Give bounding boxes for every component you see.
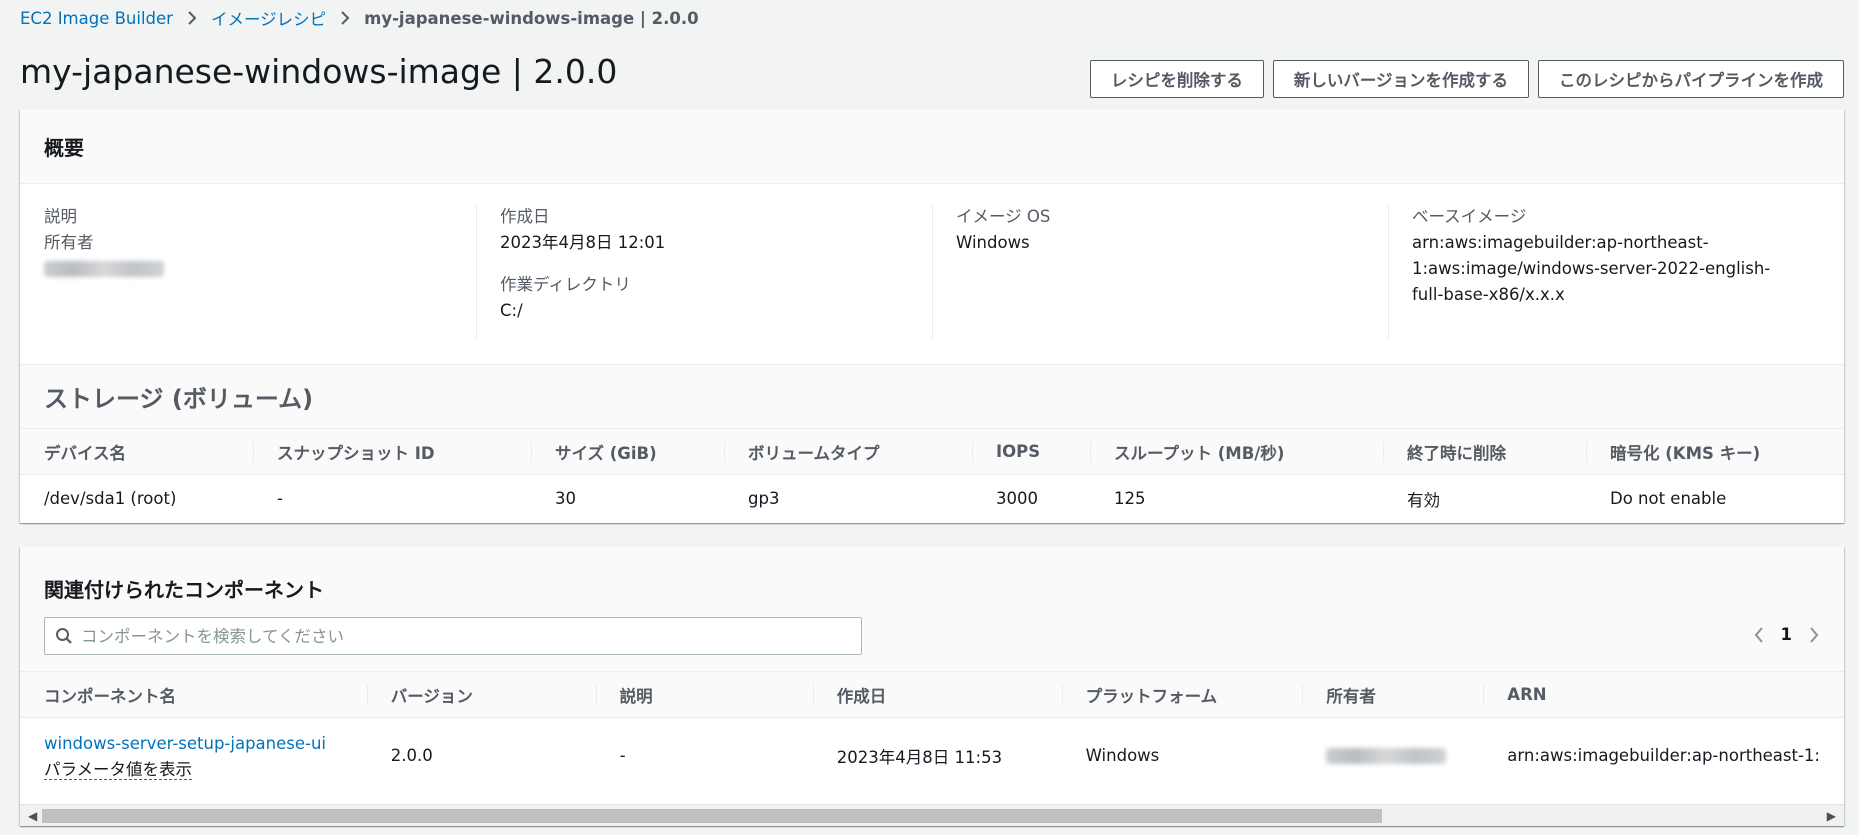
table-cell: 2023年4月8日 11:53 [836,747,1003,767]
chevron-right-icon [340,10,350,26]
table-row: windows-server-setup-japanese-ui パラメータ値を… [20,718,1844,794]
breadcrumb: EC2 Image Builder イメージレシピ my-japanese-wi… [20,5,699,31]
image-os-value: Windows [956,233,1030,252]
column-header: スナップショット ID [253,428,531,475]
component-search-input[interactable] [81,620,861,652]
summary-grid: 説明 所有者 作成日 2023年4月8日 12:01 作業ディレクトリ C:/ … [20,184,1844,364]
next-page-button[interactable] [1808,626,1820,644]
table-cell: 3000 [996,489,1038,509]
table-cell: Windows [1085,746,1160,766]
chevron-right-icon [187,10,197,26]
column-header: スループット (MB/秒) [1090,428,1383,475]
column-header: 暗号化 (KMS キー) [1586,428,1844,475]
summary-title: 概要 [44,135,84,160]
summary-panel: 概要 説明 所有者 作成日 2023年4月8日 12:01 作業ディレクトリ C… [20,109,1844,523]
column-header: IOPS [972,428,1090,475]
owner-cell [1302,718,1483,794]
table-cell: Do not enable [1610,489,1727,509]
search-icon [55,627,73,645]
components-title: 関連付けられたコンポーネント [44,577,324,602]
breadcrumb-current: my-japanese-windows-image | 2.0.0 [364,8,699,28]
base-image-label: ベースイメージ [1412,207,1527,226]
created-label: 作成日 [500,207,550,226]
horizontal-scrollbar[interactable]: ◀ ▶ [20,804,1844,826]
current-page-number[interactable]: 1 [1781,625,1792,644]
previous-page-button[interactable] [1753,626,1765,644]
column-header: ボリュームタイプ [724,428,972,475]
description-label: 説明 [44,207,77,226]
chevron-left-icon [1753,626,1765,644]
table-cell: 125 [1114,489,1146,509]
column-header[interactable]: 作成日 [812,671,1062,718]
component-name-link[interactable]: windows-server-setup-japanese-ui [44,732,343,756]
summary-col-1: 説明 所有者 [20,204,476,364]
workdir-value: C:/ [500,301,523,320]
create-pipeline-button[interactable]: このレシピからパイプラインを作成 [1538,60,1844,98]
storage-table-header-row: デバイス名 スナップショット ID サイズ (GiB) ボリュームタイプ IOP… [20,428,1844,475]
breadcrumb-link-image-recipes[interactable]: イメージレシピ [211,6,326,30]
owner-value-redacted [1326,748,1447,765]
scroll-left-icon[interactable]: ◀ [28,809,37,823]
table-cell: arn:aws:imagebuilder:ap-northeast-1: [1507,746,1820,766]
owner-value-redacted [44,261,164,277]
scrollbar-thumb[interactable] [42,809,1382,823]
storage-title: ストレージ (ボリューム) [44,385,314,413]
column-header[interactable]: バージョン [366,671,596,718]
workdir-label: 作業ディレクトリ [500,275,631,294]
table-cell: - [277,489,283,509]
pagination: 1 [1753,625,1820,644]
page-title: my-japanese-windows-image | 2.0.0 [20,52,618,91]
summary-col-3: イメージ OS Windows [932,204,1388,364]
storage-table: デバイス名 スナップショット ID サイズ (GiB) ボリュームタイプ IOP… [20,428,1844,523]
breadcrumb-link-ec2-image-builder[interactable]: EC2 Image Builder [20,9,173,28]
components-toolbar: 1 [20,617,1844,671]
components-header: 関連付けられたコンポーネント [20,547,1844,617]
header-actions: レシピを削除する 新しいバージョンを作成する このレシピからパイプラインを作成 [1089,60,1844,98]
column-header[interactable]: コンポーネント名 [20,671,367,718]
table-cell: /dev/sda1 (root) [44,489,177,509]
table-row: /dev/sda1 (root) - 30 gp3 3000 125 有効 Do… [20,475,1844,523]
components-panel: 関連付けられたコンポーネント 1 コンポーネント名 [20,547,1844,826]
table-cell: 有効 [1407,490,1440,510]
column-header: 終了時に削除 [1383,428,1586,475]
table-cell: gp3 [748,489,780,509]
column-header: サイズ (GiB) [531,428,724,475]
image-os-label: イメージ OS [956,207,1051,226]
component-name-cell: windows-server-setup-japanese-ui パラメータ値を… [20,718,367,794]
column-header[interactable]: 所有者 [1302,671,1484,718]
table-cell: - [619,746,626,766]
created-value: 2023年4月8日 12:01 [500,233,666,252]
components-table: コンポーネント名 バージョン 説明 作成日 プラットフォーム 所有者 ARN w… [20,671,1844,794]
show-parameters-link[interactable]: パラメータ値を表示 [44,759,193,780]
components-table-header-row: コンポーネント名 バージョン 説明 作成日 プラットフォーム 所有者 ARN [20,671,1844,718]
create-new-version-button[interactable]: 新しいバージョンを作成する [1272,60,1529,98]
delete-recipe-button[interactable]: レシピを削除する [1089,60,1264,98]
owner-label: 所有者 [44,233,94,252]
scroll-right-icon[interactable]: ▶ [1827,809,1836,823]
column-header[interactable]: 説明 [595,671,813,718]
summary-col-4: ベースイメージ arn:aws:imagebuilder:ap-northeas… [1388,204,1844,364]
column-header[interactable]: プラットフォーム [1061,671,1303,718]
storage-header: ストレージ (ボリューム) [20,364,1844,428]
chevron-right-icon [1808,626,1820,644]
component-search-box [44,617,862,655]
table-cell: 2.0.0 [390,746,433,766]
column-header[interactable]: ARN [1483,671,1844,718]
table-cell: 30 [555,489,576,509]
base-image-value: arn:aws:imagebuilder:ap-northeast-1:aws:… [1412,233,1771,304]
summary-header: 概要 [20,109,1844,184]
summary-col-2: 作成日 2023年4月8日 12:01 作業ディレクトリ C:/ [476,204,932,364]
column-header: デバイス名 [20,428,253,475]
